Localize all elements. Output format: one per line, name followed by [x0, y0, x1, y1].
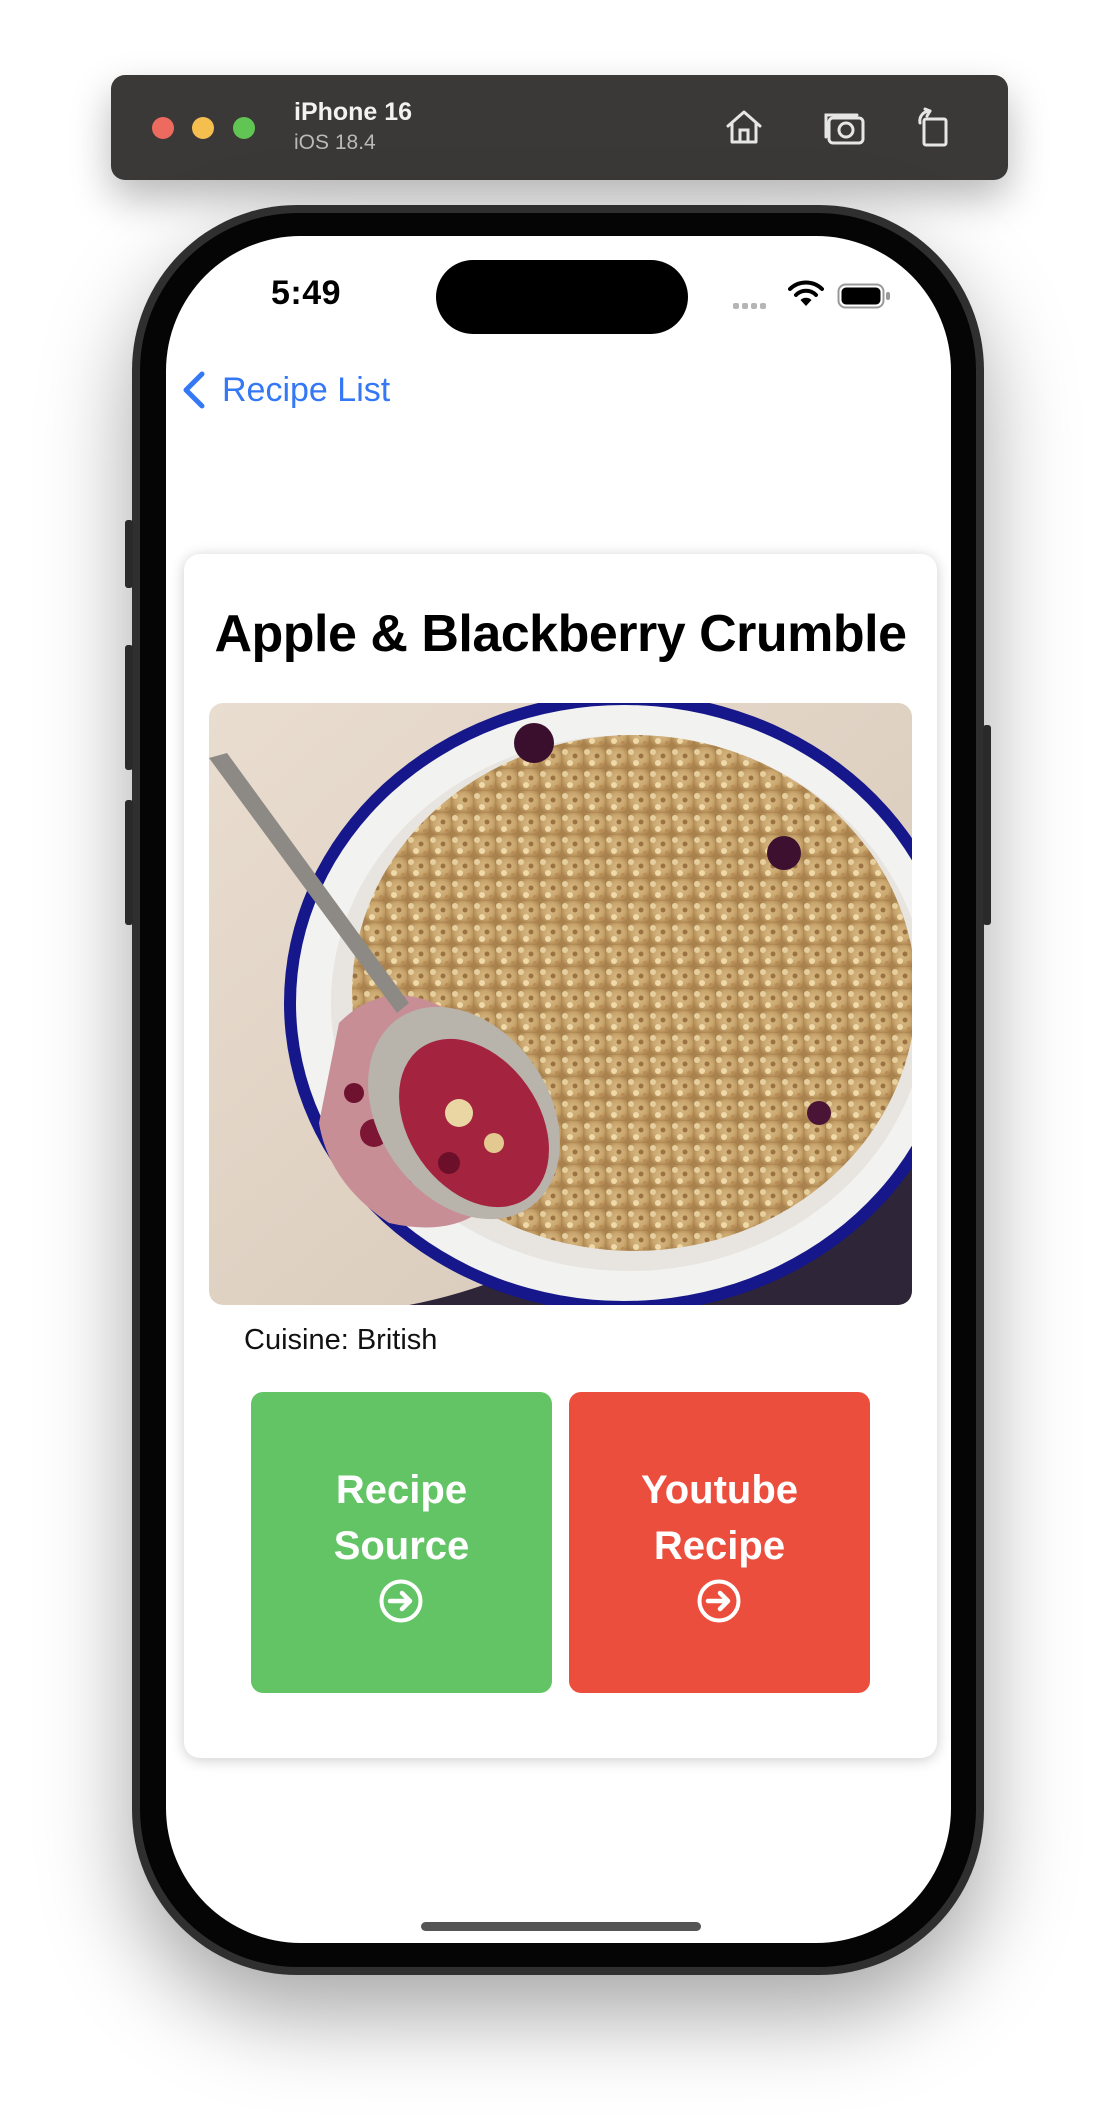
back-button-label: Recipe List [222, 370, 391, 409]
recipe-photo [209, 703, 912, 1305]
wifi-icon [788, 280, 824, 306]
zoom-window-button[interactable] [233, 117, 255, 139]
arrow-circle-right-icon [697, 1579, 741, 1623]
status-time: 5:49 [271, 274, 342, 312]
close-window-button[interactable] [152, 117, 174, 139]
youtube-recipe-button[interactable]: Youtube Recipe [569, 1392, 870, 1693]
volume-down-button [125, 800, 133, 925]
recipe-source-button[interactable]: Recipe Source [251, 1392, 552, 1693]
minimize-window-button[interactable] [192, 117, 214, 139]
cuisine-label: Cuisine: British [244, 1324, 438, 1356]
device-name: iPhone 16 [294, 98, 413, 126]
youtube-recipe-label: Youtube Recipe [640, 1468, 798, 1568]
recipe-card: Apple & Blackberry Crumble Cuisine: Brit… [184, 554, 937, 1758]
screenshot-icon[interactable] [821, 103, 869, 151]
chevron-left-icon [183, 371, 205, 409]
home-indicator[interactable] [421, 1922, 701, 1931]
cellular-signal-icon [733, 296, 769, 314]
recipe-title: Apple & Blackberry Crumble [214, 605, 907, 663]
status-icons [733, 280, 913, 310]
volume-up-button [125, 645, 133, 770]
phone-screen: 5:49 Recipe List Apple & Blackberry Crum… [166, 236, 951, 1943]
power-button [983, 725, 991, 925]
recipe-source-label: Recipe Source [333, 1468, 470, 1568]
action-button [125, 520, 133, 588]
dynamic-island [436, 260, 688, 334]
arrow-circle-right-icon [379, 1579, 423, 1623]
os-version: iOS 18.4 [294, 131, 376, 154]
back-button[interactable]: Recipe List [180, 368, 390, 412]
home-icon[interactable] [720, 103, 768, 151]
battery-icon [837, 283, 890, 309]
rotate-icon[interactable] [910, 103, 958, 151]
